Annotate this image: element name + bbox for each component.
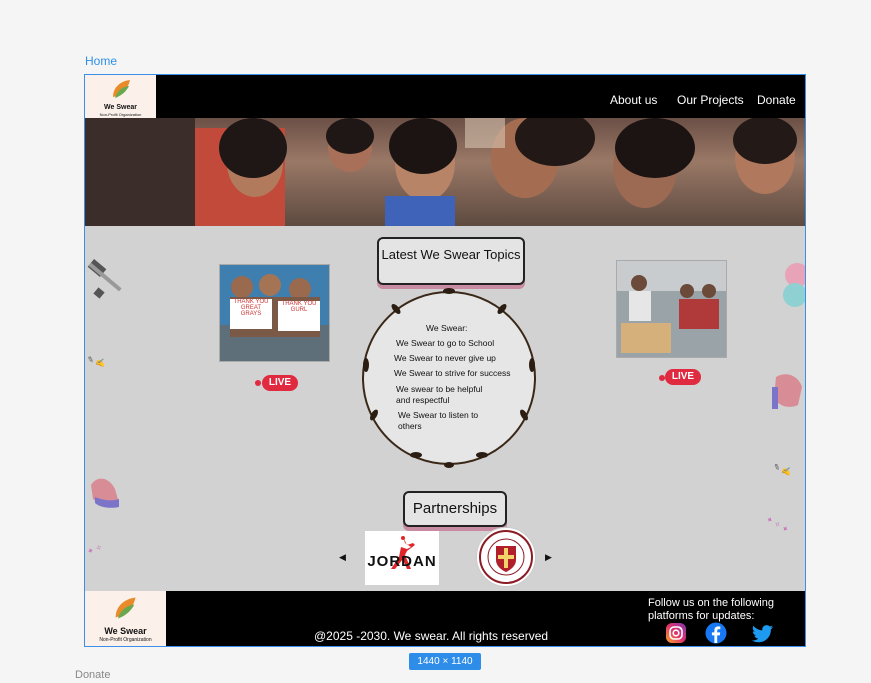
hero-image (85, 118, 805, 226)
next-frame-label[interactable]: Donate (75, 669, 110, 681)
follow-line-1: Follow us on the following (648, 597, 774, 609)
follow-text: Follow us on the following platforms for… (648, 597, 774, 623)
doodle-right-1: ✎ ✍ (772, 462, 793, 477)
live-badge-left[interactable]: LIVE (262, 375, 298, 391)
logo-subtitle: Non-Profit Organization (99, 112, 142, 117)
nav-about-us[interactable]: About us (610, 93, 657, 107)
thank-you-sign-1: THANK YOU GREAT GRAYS (230, 299, 272, 329)
hand-sticker-left (91, 478, 119, 508)
sign-text-4: GURL (290, 307, 308, 313)
latest-topics-heading[interactable]: Latest We Swear Topics (377, 237, 525, 285)
nav-our-projects[interactable]: Our Projects (677, 93, 744, 107)
pledge-line-1: We Swear: (426, 323, 468, 333)
leaf-logo-icon (113, 80, 130, 98)
sign-text-2: GREAT GRAYS (240, 305, 262, 317)
frame-label[interactable]: Home (85, 54, 117, 68)
footer-logo[interactable]: We Swear Non-Profit Organization (85, 591, 166, 646)
university-seal-icon (479, 530, 533, 584)
hand-sticker-right (772, 374, 802, 409)
twitter-icon[interactable] (752, 623, 774, 645)
header-logo[interactable]: We Swear Non-Profit Organization (85, 75, 156, 118)
footer: We Swear Non-Profit Organization @2025 -… (85, 591, 805, 646)
right-arrow-icon[interactable]: ▶ (545, 552, 552, 563)
copyright-text: @2025 -2030. We swear. All rights reserv… (314, 629, 549, 643)
home-frame[interactable]: We Swear Non-Profit Organization About u… (84, 74, 806, 647)
left-arrow-icon[interactable]: ◀ (339, 552, 346, 563)
food-sharing-photo (617, 261, 726, 357)
pledge-line-2: We Swear to go to School (396, 338, 495, 348)
sticker-decoration-right-top (783, 263, 805, 307)
partnerships-heading[interactable]: Partnerships (403, 491, 507, 527)
pledge-line-7: We Swear to listen to (398, 410, 479, 420)
partner-logo-university[interactable] (476, 527, 536, 587)
pledge-line-5: We swear to be helpful (396, 384, 483, 394)
live-badge-right[interactable]: LIVE (665, 369, 701, 385)
footer-logo-subtitle: Non-Profit Organization (99, 637, 152, 643)
leaf-logo-icon (115, 597, 136, 619)
topic-photo-left[interactable]: THANK YOU GREAT GRAYS THANK YOU GURL (219, 264, 330, 362)
leaf-wreath-icon (363, 288, 535, 468)
hero-children-photo (85, 118, 797, 226)
facebook-icon[interactable] (705, 622, 727, 644)
doodle-left-1: ✎ ✍ (86, 354, 107, 369)
logo-title: We Swear (104, 104, 137, 111)
topic-photo-right[interactable] (616, 260, 727, 358)
pledge-line-6: and respectful (396, 395, 450, 405)
jordan-wordmark: JORDAN (367, 553, 437, 570)
thank-you-sign-2: THANK YOU GURL (278, 301, 320, 331)
top-nav-bar: We Swear Non-Profit Organization About u… (85, 75, 805, 118)
pledge-line-8: others (398, 421, 422, 431)
frame-size-badge: 1440 × 1140 (409, 653, 481, 670)
sticker-decoration-left-top (87, 259, 122, 299)
nav-donate[interactable]: Donate (757, 93, 796, 107)
footer-logo-title: We Swear (104, 626, 147, 636)
live-dot-left (255, 380, 261, 386)
pledge-line-3: We Swear to never give up (394, 353, 496, 363)
instagram-icon[interactable] (665, 622, 687, 644)
doodle-left-2: ✦ ✧ (85, 542, 104, 557)
pledge-wreath: We Swear: We Swear to go to School We Sw… (362, 288, 536, 468)
doodle-right-2: ✦ ✧ ✦ (764, 514, 791, 535)
pledge-line-4: We Swear to strive for success (394, 368, 511, 378)
partner-logo-jordan[interactable]: JORDAN (365, 531, 439, 585)
